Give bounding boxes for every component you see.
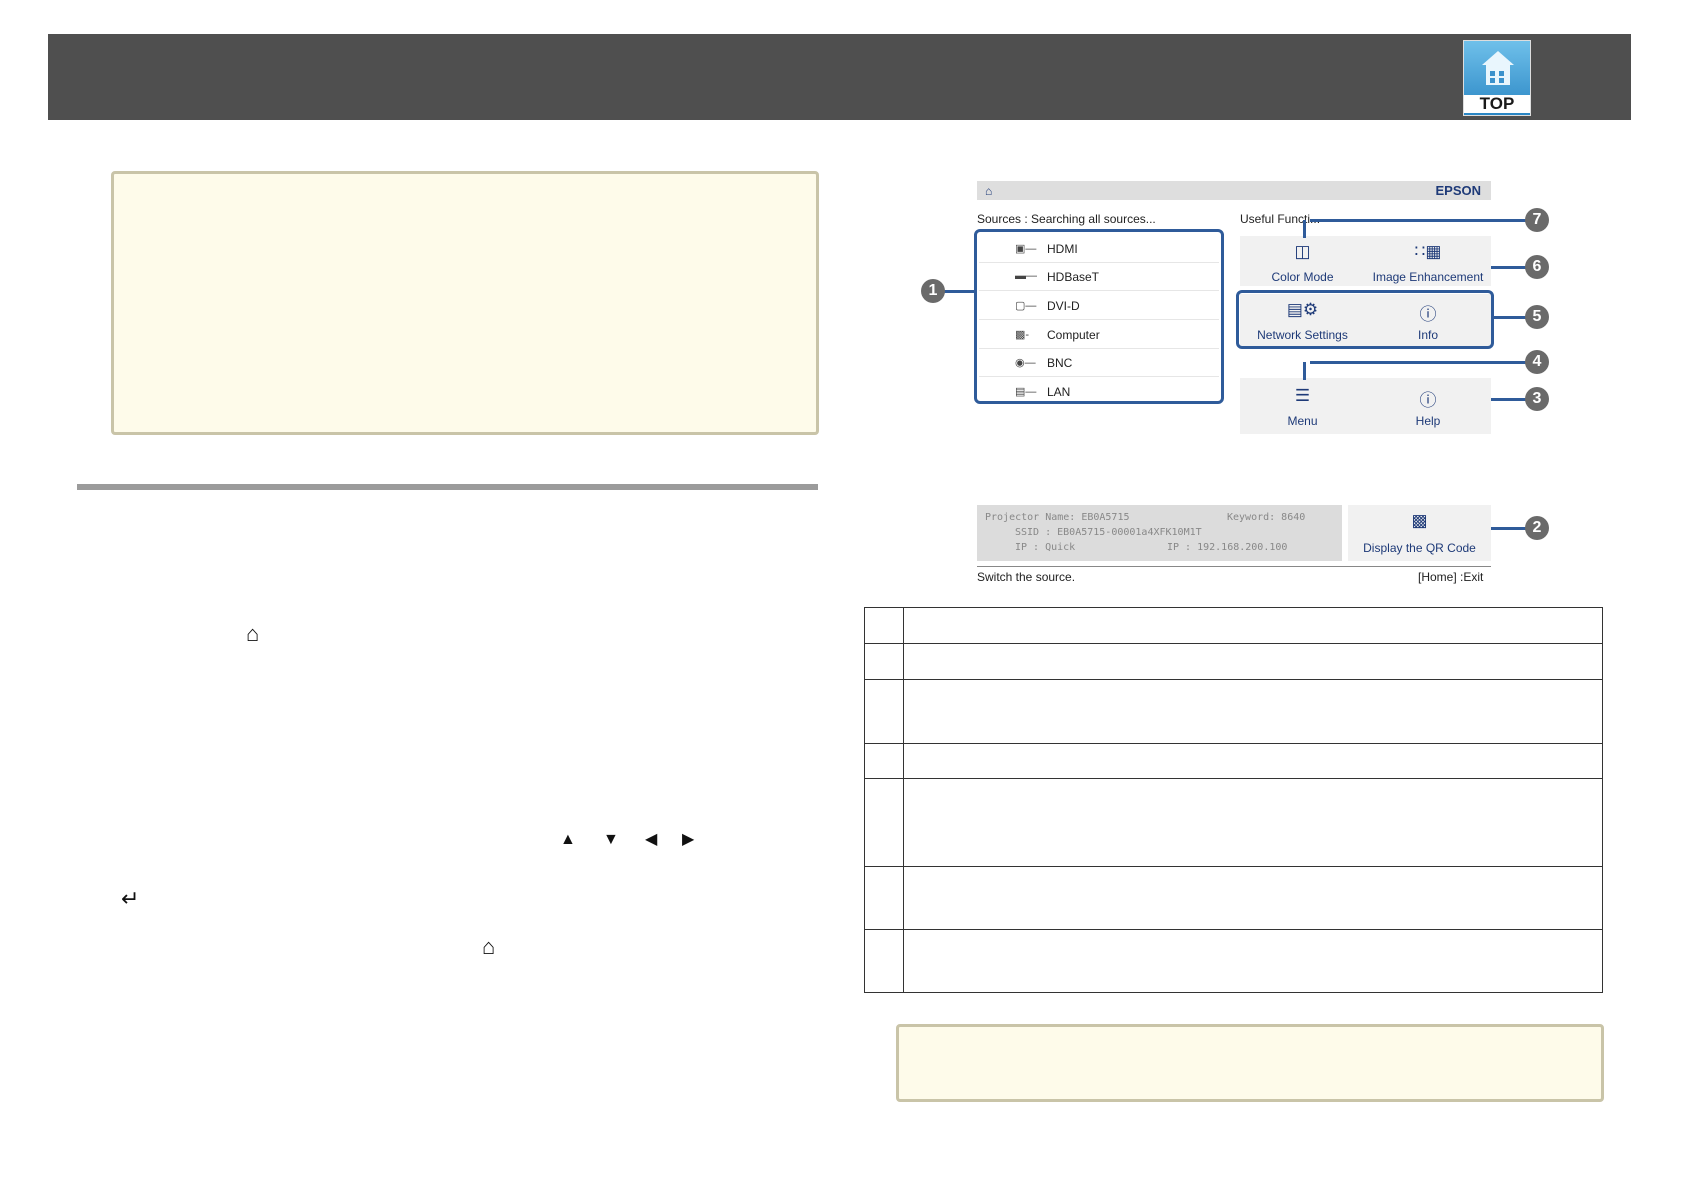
table-row	[864, 743, 1603, 779]
useful-functions-heading: Useful Functi...	[1240, 212, 1321, 226]
table-row	[864, 778, 1603, 867]
menu-button[interactable]: ☰ Menu	[1240, 378, 1365, 434]
computer-port-icon: ▩-	[1015, 329, 1030, 341]
brand-label: EPSON	[1435, 183, 1481, 198]
footer-exit: [Home] :Exit	[1418, 570, 1484, 584]
projector-status-panel: Projector Name: EB0A5715 Keyword: 8640 S…	[977, 505, 1342, 561]
source-item[interactable]: ◉— BNC	[979, 350, 1219, 377]
lan-port-icon: ▤—	[1015, 386, 1037, 398]
sources-heading: Sources : Searching all sources...	[977, 212, 1156, 226]
status-divider	[977, 566, 1491, 567]
top-label: TOP	[1464, 95, 1530, 113]
highlight-frame	[1236, 290, 1494, 349]
table-row	[864, 643, 1603, 680]
callout-2: 2	[1525, 516, 1549, 540]
arrow-up-icon: ▲	[560, 831, 576, 848]
source-item[interactable]: ▬— HDBaseT	[979, 264, 1219, 291]
home-icon: ⌂	[482, 934, 496, 959]
arrow-right-icon: ▶	[682, 831, 695, 848]
arrow-left-icon: ◀	[645, 831, 658, 848]
footer-hint: Switch the source.	[977, 570, 1076, 584]
help-button[interactable]: ⓘ Help	[1365, 378, 1491, 434]
hdmi-port-icon: ▣—	[1015, 243, 1037, 255]
image-enhancement-button[interactable]: ∷▦ Image Enhancement	[1365, 236, 1491, 286]
callout-3: 3	[1525, 387, 1549, 411]
callout-5: 5	[1525, 305, 1549, 329]
callout-description-table	[864, 607, 1603, 993]
arrow-down-icon: ▼	[603, 831, 619, 848]
image-enhancement-icon: ∷▦	[1414, 242, 1442, 261]
hdbaset-port-icon: ▬—	[1015, 270, 1037, 282]
color-mode-button[interactable]: ◫ Color Mode	[1240, 236, 1365, 286]
table-row	[864, 607, 1603, 644]
home-icon	[1482, 51, 1514, 65]
page-header-bar	[48, 34, 1631, 120]
source-list: ▣— HDMI ▬— HDBaseT ▢— DVI-D ▩- Computer …	[974, 229, 1224, 404]
home-icon: ⌂	[985, 184, 993, 198]
callout-1: 1	[921, 279, 945, 303]
dvi-port-icon: ▢—	[1015, 300, 1037, 312]
top-link-button[interactable]: TOP	[1463, 40, 1531, 116]
screen-title-bar: ⌂ EPSON	[977, 181, 1491, 200]
source-item[interactable]: ▤— LAN	[979, 379, 1219, 405]
callout-4: 4	[1525, 350, 1549, 374]
callout-6: 6	[1525, 255, 1549, 279]
qr-code-icon: ▩	[1411, 511, 1428, 530]
table-row	[864, 866, 1603, 930]
function-row-3: ☰ Menu ⓘ Help	[1240, 378, 1491, 434]
enter-icon: ↵	[121, 886, 140, 911]
callout-7: 7	[1525, 208, 1549, 232]
bnc-port-icon: ◉—	[1015, 357, 1036, 369]
keyword: Keyword: 8640	[1227, 512, 1306, 523]
source-item[interactable]: ▩- Computer	[979, 322, 1219, 349]
ip-quick: IP : Quick	[1015, 542, 1076, 553]
source-item[interactable]: ▢— DVI-D	[979, 293, 1219, 320]
table-row	[864, 679, 1603, 744]
menu-icon: ☰	[1294, 386, 1311, 405]
help-icon: ⓘ	[1419, 391, 1437, 410]
source-item[interactable]: ▣— HDMI	[979, 236, 1219, 263]
color-mode-icon: ◫	[1294, 242, 1311, 261]
note-box	[896, 1024, 1604, 1102]
ssid: SSID : EB0A5715-00001a4XFK10M1T	[1015, 527, 1202, 538]
note-box	[111, 171, 819, 435]
ip-wired: IP : 192.168.200.100	[1167, 542, 1288, 553]
table-row	[864, 929, 1603, 993]
display-qr-button[interactable]: ▩ Display the QR Code	[1348, 505, 1491, 561]
section-rule	[77, 484, 818, 490]
function-row-1: ◫ Color Mode ∷▦ Image Enhancement	[1240, 236, 1491, 286]
home-icon: ⌂	[246, 621, 260, 646]
projector-name: Projector Name: EB0A5715	[985, 512, 1130, 523]
